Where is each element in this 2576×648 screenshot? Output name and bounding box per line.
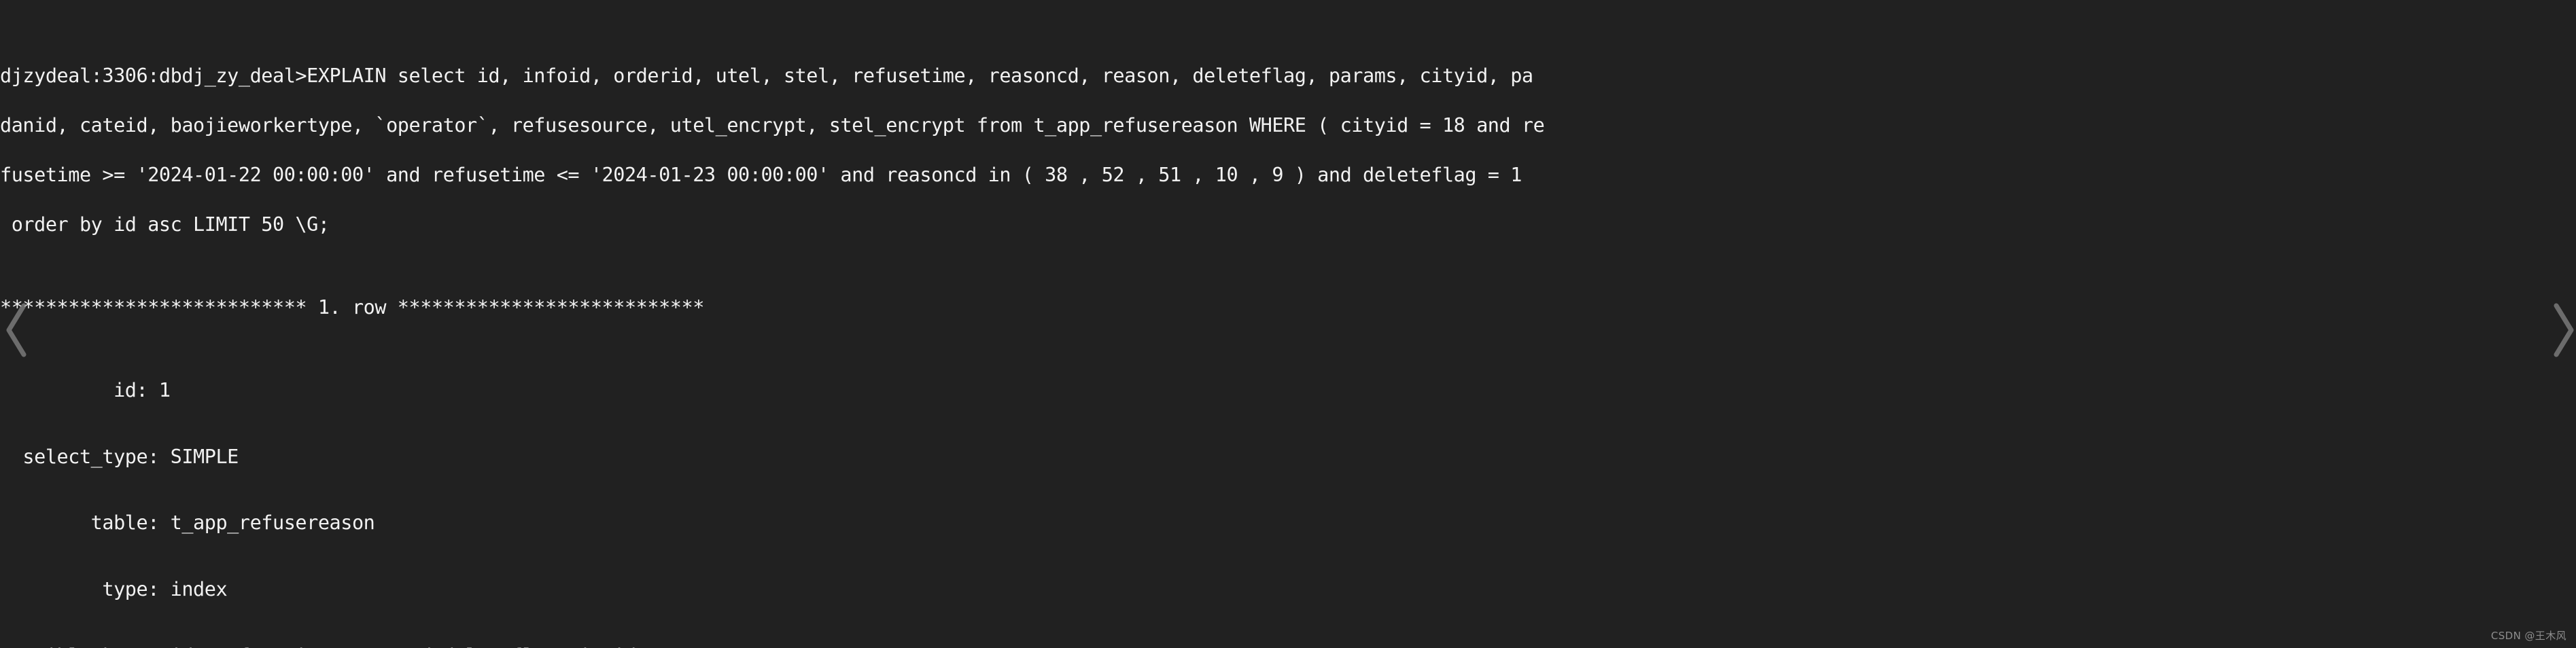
explain-field-select_type: select_type: SIMPLE bbox=[0, 445, 2576, 468]
terminal-screenshot-viewer: djzydeal:3306:dbdj_zy_deal>EXPLAIN selec… bbox=[0, 0, 2576, 648]
terminal-line-command-3: fusetime >= '2024-01-22 00:00:00' and re… bbox=[0, 164, 1533, 187]
explain-field-id-value: 1 bbox=[158, 379, 171, 402]
terminal-line-command-2: danid, cateid, baojieworkertype, `operat… bbox=[0, 113, 1545, 137]
explain-field-table-label: table: bbox=[0, 511, 171, 535]
explain-field-possible_keys-value: idx_refusetime_reasoncd_deleteflag_cityi… bbox=[171, 645, 636, 648]
watermark-label: CSDN @王木风 bbox=[2490, 630, 2566, 642]
explain-field-select_type-value: SIMPLE bbox=[170, 445, 239, 468]
explain-field-id: id: 1 bbox=[0, 379, 2576, 402]
chevron-right-icon[interactable] bbox=[2547, 296, 2576, 364]
explain-field-type: type: index bbox=[0, 578, 2576, 601]
explain-field-table: table: t_app_refusereason bbox=[0, 514, 2576, 533]
terminal-output: djzydeal:3306:dbdj_zy_deal>EXPLAIN selec… bbox=[0, 0, 2576, 648]
explain-field-type-value: index bbox=[170, 578, 228, 601]
terminal-line-row-separator: *************************** 1. row *****… bbox=[0, 296, 704, 319]
explain-field-table-value: t_app_refusereason bbox=[170, 511, 375, 535]
terminal-line-command-4: order by id asc LIMIT 50 \G; bbox=[0, 213, 330, 236]
chevron-left-icon[interactable] bbox=[1, 296, 33, 364]
explain-field-type-label: type: bbox=[0, 578, 171, 601]
explain-field-id-label: id: bbox=[0, 379, 159, 402]
terminal-line-command-1: djzydeal:3306:dbdj_zy_deal>EXPLAIN selec… bbox=[0, 64, 1533, 87]
explain-field-possible_keys-label: possible_keys: bbox=[0, 645, 171, 648]
explain-field-select_type-label: select_type: bbox=[0, 445, 171, 468]
